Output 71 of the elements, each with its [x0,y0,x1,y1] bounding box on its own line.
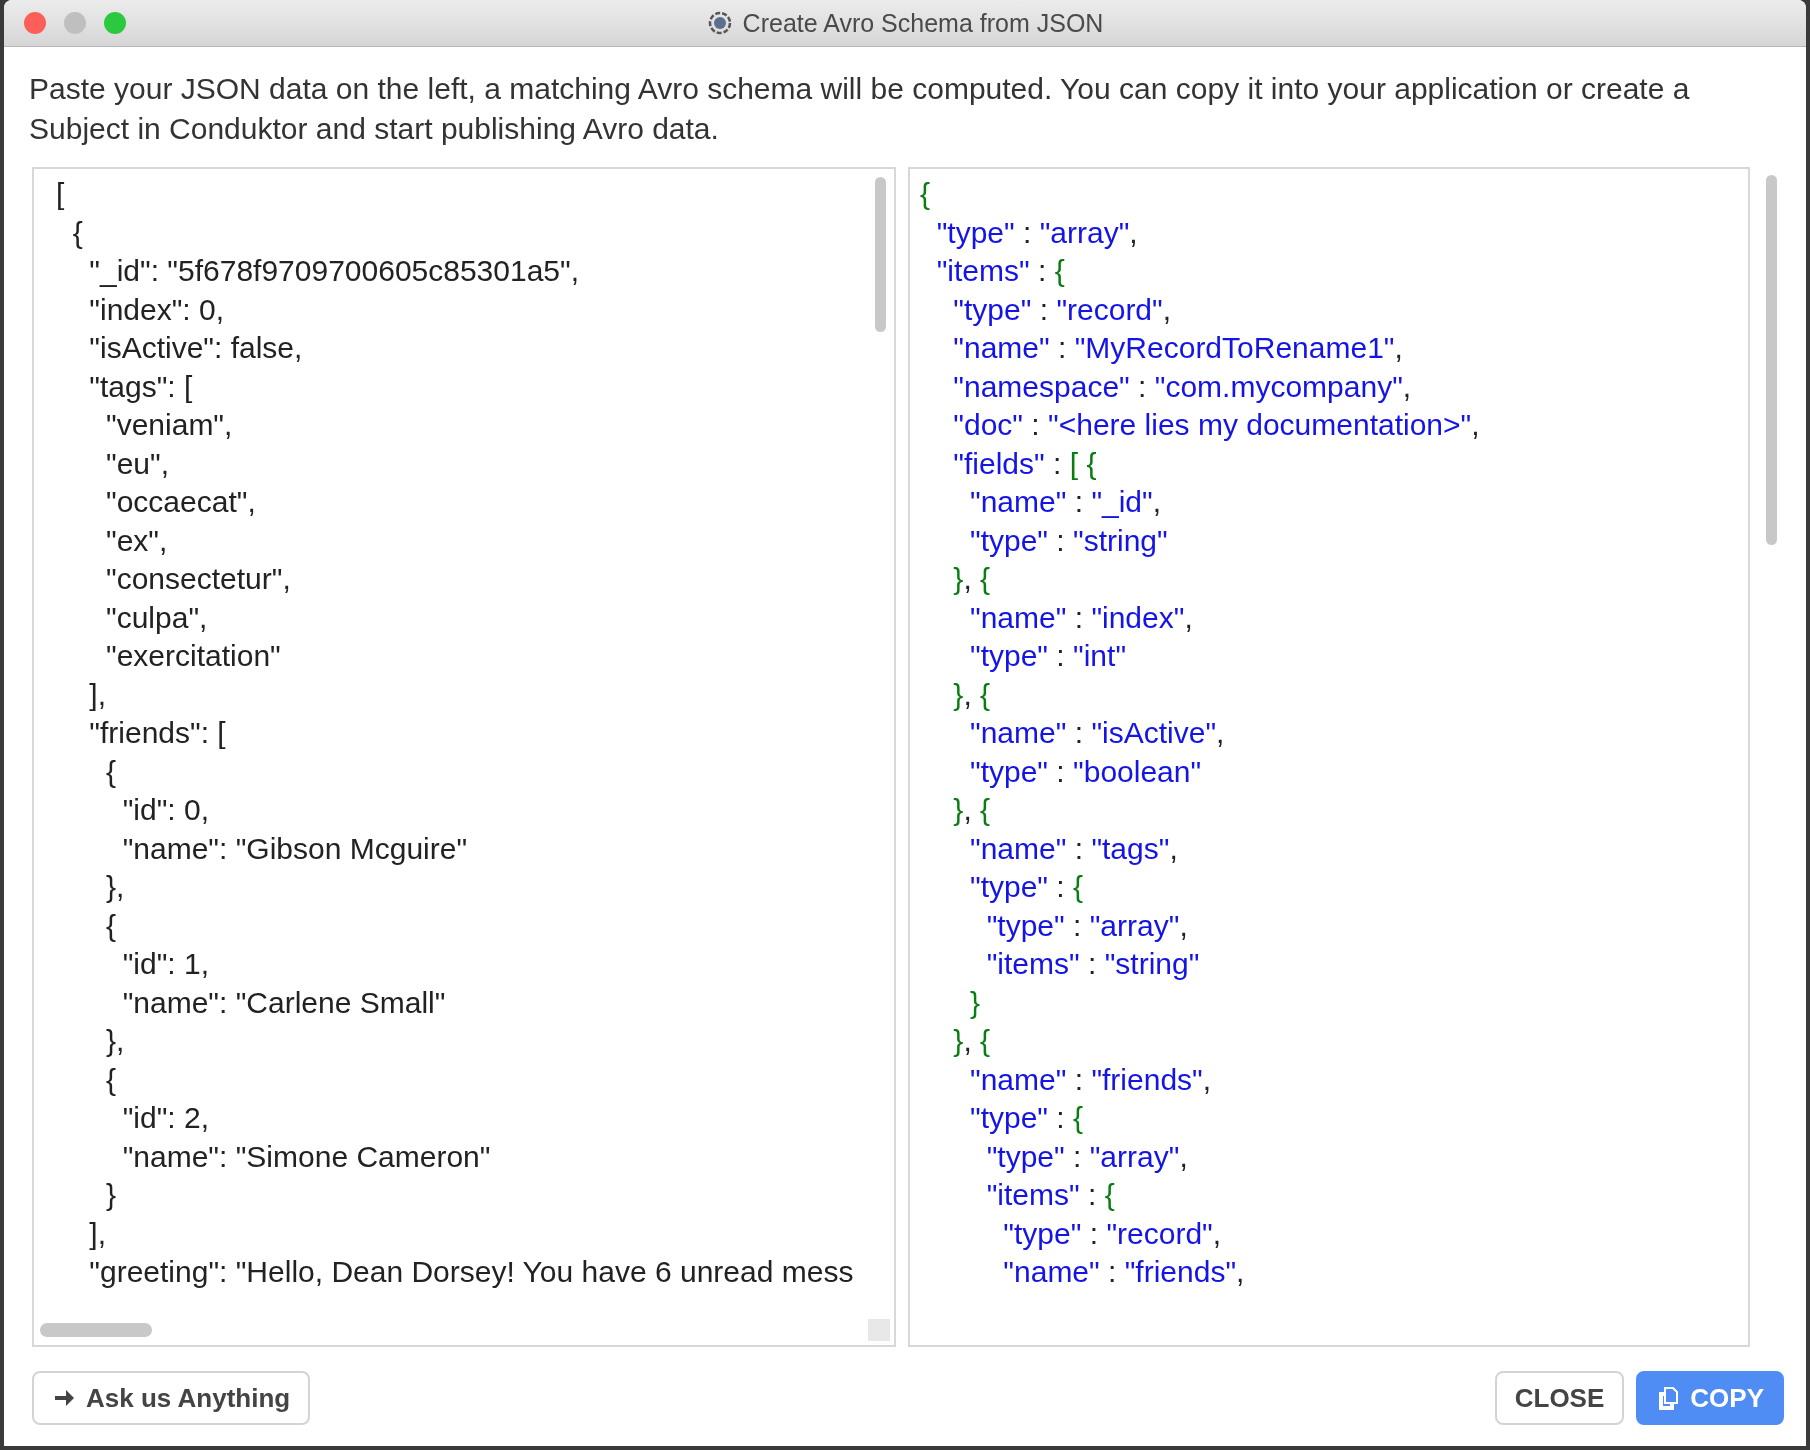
code-line: "name" : "friends", [1002,1254,1245,1290]
code-line: "ex", [105,522,168,559]
code-line: }, { [952,561,991,597]
copy-icon [1656,1386,1681,1410]
code-line: }, [105,869,125,905]
code-line: "type" : "record", [1002,1215,1222,1252]
code-line: "name" : "index", [969,599,1193,636]
code-line: "items" : { [985,1177,1115,1213]
code-line: "type" : "array", [985,1138,1188,1175]
close-button[interactable]: CLOSE [1494,1371,1625,1425]
code-line: "id": 1, [121,946,210,982]
scrollbar-thumb[interactable] [875,177,886,332]
code-line: "name": "Carlene Small" [121,984,446,1021]
code-line: "type" : "array", [935,214,1138,251]
code-line: }, [105,1023,125,1059]
close-window-icon[interactable] [24,12,46,34]
code-line: "greeting": "Hello, Dean Dorsey! You have 6 unread mess [88,1254,854,1290]
code-line: }, { [952,676,991,713]
code-line: "doc" : "<here lies my documentation>", [952,407,1480,443]
code-line: "name" : "friends", [969,1061,1212,1098]
code-line: "id": 2, [121,1100,210,1136]
code-line: "name" : "_id", [969,484,1162,520]
code-line: "exercitation" [105,638,281,674]
code-line: "type" : { [969,1100,1084,1136]
code-line: "culpa", [105,599,208,636]
code-line: "eu", [105,445,169,482]
code-line: "type" : "record", [952,291,1172,328]
code-line: "name" : "MyRecordToRename1", [952,330,1403,366]
zoom-window-icon[interactable] [104,12,126,34]
code-line: "items" : "string" [985,946,1200,982]
code-line: "_id": "5f678f9709700605c85301a5", [88,253,580,289]
code-line: "type" : "int" [969,638,1127,674]
code-line: "type" : "boolean" [969,753,1202,790]
code-line: "type" : { [969,869,1084,905]
code-line: "namespace" : "com.mycompany", [952,368,1412,405]
scrollbar-thumb[interactable] [1766,175,1778,545]
code-line: "name" : "tags", [969,830,1178,867]
code-line: "consectetur", [105,561,291,597]
scrollbar-thumb[interactable] [40,1323,152,1337]
minimize-window-icon[interactable] [64,12,86,34]
code-line: "type" : "string" [969,522,1168,559]
code-line: "isActive": false, [88,330,303,366]
code-line: { [105,753,117,790]
code-line: "tags": [ [88,368,193,405]
code-line: { [105,907,117,944]
code-line: }, { [952,1023,991,1059]
code-line: } [969,984,981,1021]
code-line: "friends": [ [88,715,226,751]
code-line: "name": "Simone Cameron" [121,1138,491,1175]
json-input-editor[interactable] [32,167,896,1347]
code-line: "id": 0, [121,792,210,828]
instructions-text: Paste your JSON data on the left, a matching Avro schema will be computed. You can copy it into your application or create a Subject in Conduktor and start publishing Avro data. [28,71,1691,147]
code-line: } [105,1177,117,1213]
code-line: "type" : "array", [985,907,1188,944]
code-line: "fields" : [ { [952,445,1097,482]
app-icon [706,10,733,36]
code-line: ], [88,676,106,713]
code-line: }, { [952,792,991,828]
code-line: "name": "Gibson Mcguire" [121,830,468,867]
code-line: "occaecat", [105,484,256,520]
code-line: ], [88,1215,106,1252]
code-line: "name" : "isActive", [969,715,1225,751]
code-line: { [105,1061,117,1098]
code-line: { [920,176,931,212]
window-title: Create Avro Schema from JSON [742,8,1104,38]
code-line: "veniam", [105,407,233,443]
code-line: { [71,214,83,251]
code-line: "index": 0, [88,291,225,328]
code-line: "items" : { [935,253,1065,289]
ask-us-anything-button[interactable]: Ask us Anything [32,1371,311,1425]
code-line: [ [56,176,65,212]
